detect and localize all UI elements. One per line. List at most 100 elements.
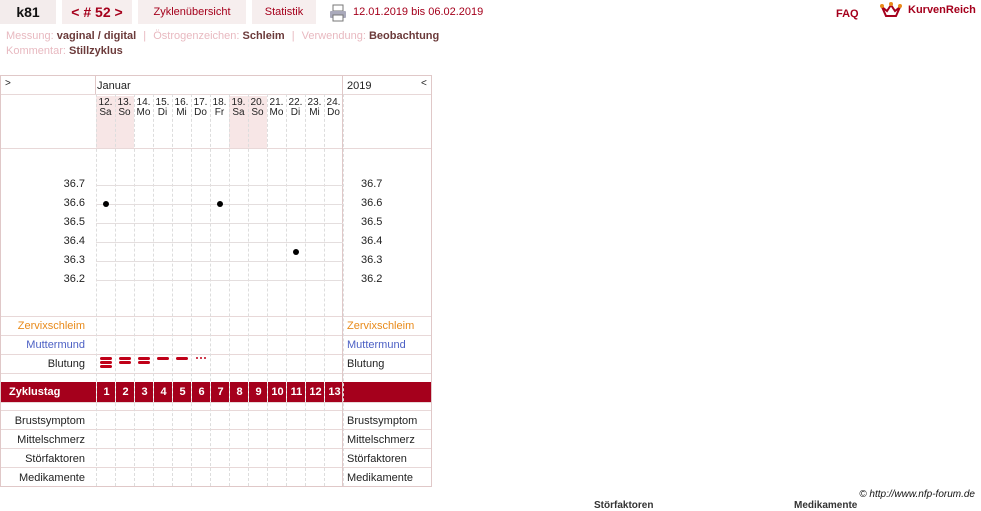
bleeding-mark [118,357,131,360]
info-row-2: Kommentar: Stillzyklus [6,45,123,57]
kommentar-label: Kommentar: [6,45,66,57]
cycle-day-number: 9 [248,382,268,402]
row-label-stoer-right: Störfaktoren [347,453,407,465]
row-label-brust-right: Brustsymptom [347,415,418,427]
cycle-day-number: 13 [324,382,344,402]
messung-value: vaginal / digital [56,30,137,42]
zyklustag-row: Zyklustag 1 2 3 4 5 6 7 8 9 10 11 12 13 [1,382,431,402]
logo-text[interactable]: KurvenReich [908,4,976,16]
temp-tick-left: 36.6 [63,197,85,209]
temp-gridline [96,223,343,224]
row-label-mittel: Mittelschmerz [17,434,85,446]
day-header: 18. Fr [212,97,227,118]
bleeding-mark [137,357,150,360]
row-divider [1,402,431,403]
faq-link[interactable]: FAQ [836,8,859,20]
month-label: Januar [97,80,131,92]
row-label-blutung-right: Blutung [347,358,385,370]
cycle-day-number: 6 [191,382,211,402]
row-divider [1,316,431,317]
temp-tick-left: 36.7 [63,178,85,190]
cycle-day-number: 7 [210,382,230,402]
info-row-1: Messung: vaginal / digital | Östrogenzei… [6,30,439,42]
bleeding-mark [156,357,169,360]
row-divider [1,429,431,430]
day-header: 19. Sa [231,97,246,118]
temp-tick-left: 36.3 [63,254,85,266]
cycle-day-number: 10 [267,382,287,402]
row-label-blutung: Blutung [47,358,85,370]
cycle-chart: > Januar 2019 < Zervixschleim Muttermund… [0,75,432,487]
row-label-mittel-right: Mittelschmerz [347,434,415,446]
crown-logo-icon[interactable] [880,2,902,20]
bleeding-mark [137,361,150,364]
bleeding-mark [99,357,112,360]
column-divider [115,94,116,486]
column-divider [305,94,306,486]
printer-icon[interactable] [329,4,347,22]
cycle-day-number: 11 [286,382,306,402]
cycle-day-number: 3 [134,382,154,402]
tab-statistik[interactable]: Statistik [252,0,316,24]
cycle-day-number: 12 [305,382,325,402]
temp-gridline [96,280,343,281]
zyklustag-label: Zyklustag [9,386,61,398]
row-divider [1,410,431,411]
date-range: 12.01.2019 bis 06.02.2019 [353,6,484,18]
verwendung-value: Beobachtung [368,30,440,42]
cycle-day-number: 5 [172,382,192,402]
cycle-number: # 52 [83,4,111,20]
cycle-day-number: 1 [96,382,116,402]
bleeding-mark [99,361,112,364]
nav-left-button[interactable]: > [5,78,11,89]
temp-tick-right: 36.2 [361,273,383,285]
separator: | [291,30,295,42]
day-header: 23. Mi [307,97,322,118]
bleeding-mark [195,357,198,359]
column-divider [342,76,343,486]
row-label-zervix: Zervixschleim [17,320,85,332]
temperature-point [102,201,109,207]
kommentar-value: Stillzyklus [68,45,123,57]
cycle-day-number: 4 [153,382,173,402]
prev-cycle-button[interactable]: < [71,4,79,20]
row-label-medi: Medikamente [18,472,85,484]
temperature-point [292,248,299,255]
next-cycle-button[interactable]: > [115,4,123,20]
day-header: 22. Di [288,97,303,118]
column-divider [153,94,154,486]
temp-tick-right: 36.6 [361,197,383,209]
row-divider [1,467,431,468]
temp-tick-right: 36.3 [361,254,383,266]
row-label-muttermund: Muttermund [26,339,85,351]
day-header: 17. Do [193,97,208,118]
bleeding-mark [199,357,202,359]
day-header: 20. So [250,97,265,118]
column-divider [267,94,268,486]
oestrogen-label: Östrogenzeichen: [153,30,240,42]
row-divider [1,448,431,449]
temp-gridline [96,242,343,243]
day-header: 16. Mi [174,97,189,118]
temp-tick-right: 36.7 [361,178,383,190]
top-bar: k81 < # 52 > Zyklenübersicht Statistik 1… [0,0,981,26]
row-label-muttermund-right: Muttermund [347,339,406,351]
row-label-zervix-right: Zervixschleim [347,320,415,332]
bleeding-mark [118,361,131,364]
bleeding-mark [203,357,206,359]
messung-label: Messung: [6,30,54,42]
column-divider [286,94,287,486]
tab-zyklenuebersicht[interactable]: Zyklenübersicht [138,0,246,24]
day-header: 21. Mo [269,97,284,118]
row-divider [1,354,431,355]
day-header: 24. Do [326,97,341,118]
nav-right-button[interactable]: < [421,78,427,89]
temp-tick-right: 36.5 [361,216,383,228]
row-label-medi-right: Medikamente [347,472,414,484]
temperature-point [216,201,223,207]
oestrogen-value: Schleim [242,30,285,42]
temp-gridline [96,261,343,262]
row-divider [1,373,431,374]
temp-tick-left: 36.2 [63,273,85,285]
separator: | [143,30,147,42]
